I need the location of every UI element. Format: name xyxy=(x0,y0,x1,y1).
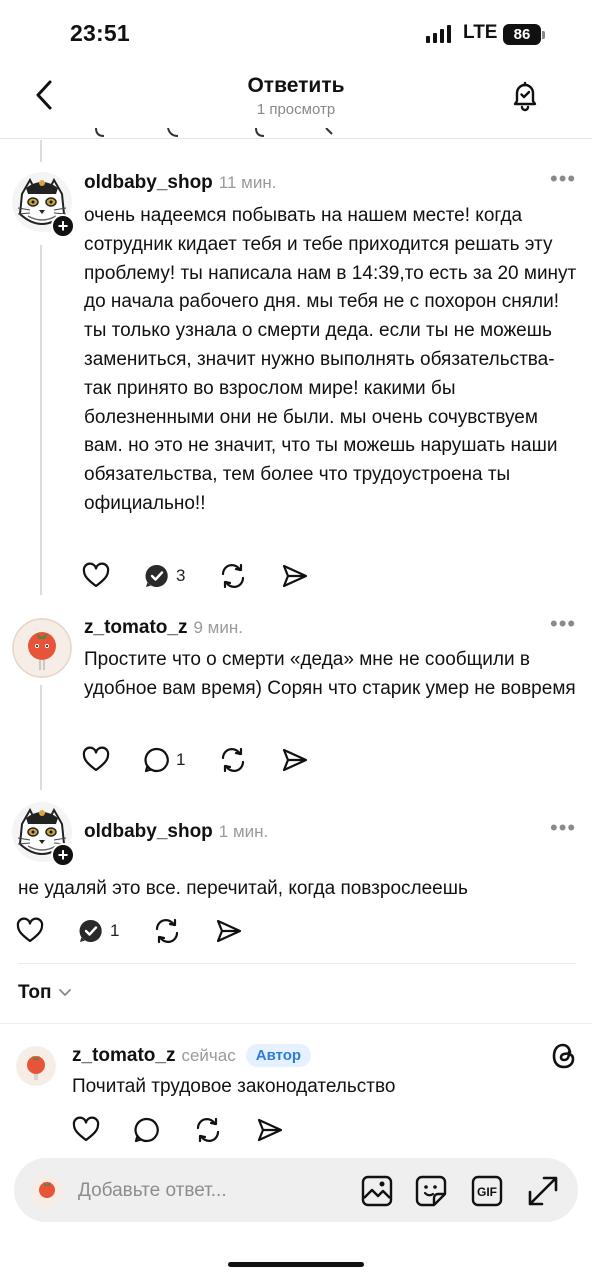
reply-input[interactable]: Добавьте ответ... xyxy=(78,1180,227,1202)
comment-time: 9 мин. xyxy=(193,618,243,637)
threads-logo-icon xyxy=(550,1041,578,1076)
heart-icon xyxy=(16,917,44,943)
battery-tip xyxy=(542,31,545,39)
reply-count: 3 xyxy=(176,566,186,585)
comment-time: 1 мин. xyxy=(218,822,269,841)
username[interactable]: oldbaby_shop xyxy=(84,172,213,193)
comment-actions: 3 xyxy=(82,562,343,590)
check-bubble-icon xyxy=(79,919,102,942)
like-button[interactable] xyxy=(16,917,44,945)
network-label: LTE xyxy=(463,22,498,43)
repost-icon xyxy=(222,563,245,589)
gif-icon[interactable]: GIF xyxy=(470,1174,504,1213)
comment-icon xyxy=(144,747,169,773)
home-indicator xyxy=(228,1262,364,1267)
comment-time: 11 мин. xyxy=(218,173,277,192)
repost-button[interactable] xyxy=(153,917,181,945)
like-button[interactable] xyxy=(72,1116,100,1144)
reply-count: 1 xyxy=(176,750,186,769)
username[interactable]: oldbaby_shop xyxy=(84,821,213,842)
signal-icon xyxy=(426,25,451,43)
sticker-icon[interactable] xyxy=(414,1174,448,1213)
comment-icon xyxy=(134,1117,159,1143)
status-time: 23:51 xyxy=(70,20,130,46)
heart-icon xyxy=(82,746,110,772)
check-bubble-icon xyxy=(145,564,168,587)
reply-actions xyxy=(72,1116,318,1144)
reply-count: 1 xyxy=(110,921,120,940)
expand-icon[interactable] xyxy=(526,1174,560,1213)
replies-button[interactable]: 1 xyxy=(78,918,119,944)
comment-text: не удаляй это все. перечитай, когда повз… xyxy=(18,878,468,899)
comment-header: z_tomato_z 9 мин. xyxy=(84,617,243,639)
comment-button[interactable] xyxy=(134,1117,160,1143)
username[interactable]: z_tomato_z xyxy=(84,617,187,638)
comment-actions: 1 xyxy=(16,917,277,945)
repost-icon xyxy=(222,747,245,773)
share-button[interactable] xyxy=(281,746,309,774)
previous-actions-peek xyxy=(60,128,360,142)
composer-avatar xyxy=(30,1174,64,1208)
heart-icon xyxy=(72,1116,100,1142)
header-divider xyxy=(0,138,592,139)
page-subtitle: 1 просмотр xyxy=(256,101,336,118)
repost-button[interactable] xyxy=(219,562,247,590)
comment-text: очень надеемся побывать на нашем месте! … xyxy=(84,205,577,514)
reply-header: z_tomato_z сейчас Автор xyxy=(72,1044,312,1067)
image-icon[interactable] xyxy=(360,1174,394,1213)
section-divider xyxy=(18,963,576,964)
share-button[interactable] xyxy=(215,917,243,945)
reply-time: сейчас xyxy=(181,1045,236,1065)
follow-plus-icon[interactable]: + xyxy=(51,843,75,867)
author-badge: Автор xyxy=(245,1044,312,1067)
svg-text:GIF: GIF xyxy=(477,1185,497,1199)
thread-line xyxy=(40,245,42,595)
username[interactable]: z_tomato_z xyxy=(72,1045,175,1067)
like-button[interactable] xyxy=(82,746,110,774)
more-options-icon[interactable]: ••• xyxy=(550,611,576,637)
thread-line xyxy=(40,140,42,162)
comment-actions: 1 xyxy=(82,746,343,774)
sort-label: Топ xyxy=(18,982,52,1003)
comment-header: oldbaby_shop 1 мин. xyxy=(84,821,268,843)
like-button[interactable] xyxy=(82,562,110,590)
more-options-icon[interactable]: ••• xyxy=(550,166,576,192)
comment-header: oldbaby_shop 11 мин. xyxy=(84,172,276,194)
reply-text: Почитай трудовое законодательство xyxy=(72,1076,396,1097)
share-icon xyxy=(257,1118,283,1142)
heart-icon xyxy=(82,562,110,588)
repost-button[interactable] xyxy=(194,1116,222,1144)
thread-line xyxy=(40,685,42,790)
avatar[interactable] xyxy=(12,618,72,678)
more-options-icon[interactable]: ••• xyxy=(550,815,576,841)
bell-icon[interactable] xyxy=(508,78,542,112)
avatar[interactable] xyxy=(16,1046,56,1086)
chevron-down-icon xyxy=(58,989,71,997)
repost-button[interactable] xyxy=(219,746,247,774)
battery-icon: 86 xyxy=(503,24,541,45)
repost-icon xyxy=(196,1117,220,1143)
page-title: Ответить xyxy=(247,74,345,97)
comment-text: Простите что о смерти «деда» мне не сооб… xyxy=(84,649,576,699)
replies-button[interactable]: 3 xyxy=(144,563,185,589)
section-divider xyxy=(0,1023,592,1024)
share-button[interactable] xyxy=(256,1116,284,1144)
repost-icon xyxy=(156,918,179,944)
sort-dropdown[interactable]: Топ xyxy=(18,982,72,1004)
share-icon xyxy=(217,919,242,943)
follow-plus-icon[interactable]: + xyxy=(51,214,75,238)
share-icon xyxy=(283,564,308,588)
share-icon xyxy=(283,748,308,772)
share-button[interactable] xyxy=(281,562,309,590)
comment-button[interactable]: 1 xyxy=(144,747,185,773)
